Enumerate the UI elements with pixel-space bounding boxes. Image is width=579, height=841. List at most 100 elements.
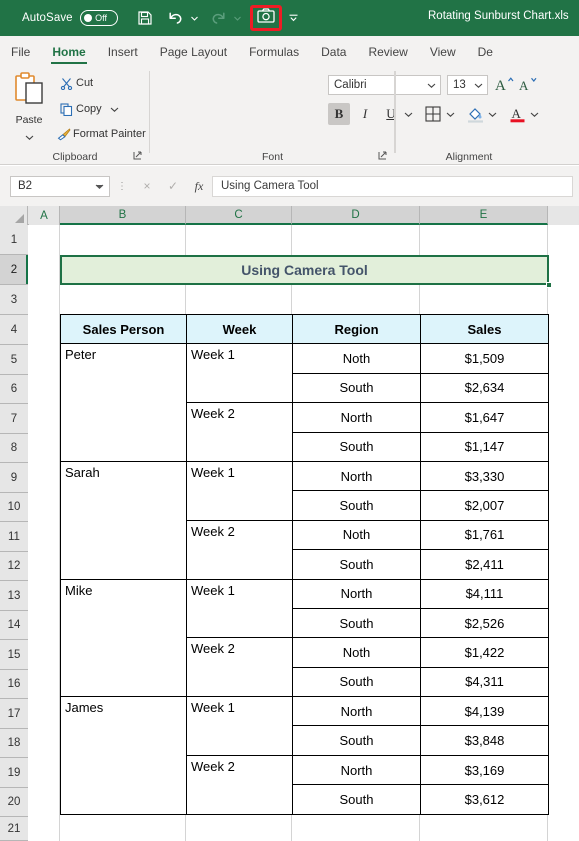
redo-dropdown-icon[interactable]: [232, 5, 244, 31]
name-box[interactable]: B2: [10, 175, 110, 197]
cell-region[interactable]: South: [292, 549, 421, 580]
cell-region[interactable]: South: [292, 607, 421, 639]
row-header-10[interactable]: 10: [0, 493, 28, 522]
format-painter-button[interactable]: Format Painter: [54, 124, 146, 144]
row-header-2[interactable]: 2: [0, 255, 28, 285]
undo-icon[interactable]: [163, 5, 189, 31]
insert-function-icon[interactable]: fx: [186, 179, 212, 194]
cut-button[interactable]: Cut: [57, 73, 93, 93]
tab-page-layout[interactable]: Page Layout: [149, 45, 238, 65]
row-header-11[interactable]: 11: [0, 522, 28, 552]
row-header-19[interactable]: 19: [0, 758, 28, 788]
fill-handle[interactable]: [546, 282, 552, 288]
paste-button[interactable]: Paste: [6, 71, 52, 147]
cell-sales[interactable]: $2,411: [420, 549, 549, 580]
row-header-4[interactable]: 4: [0, 315, 28, 345]
cell-region[interactable]: South: [292, 725, 421, 756]
column-header-d[interactable]: D: [292, 206, 420, 225]
cell-region[interactable]: South: [292, 666, 421, 698]
cell-sales[interactable]: $3,612: [420, 784, 549, 815]
cell-area[interactable]: Using Camera Tool Sales Person Week Regi…: [29, 225, 579, 841]
row-header-3[interactable]: 3: [0, 285, 28, 315]
cell-region[interactable]: North: [292, 460, 421, 492]
camera-icon[interactable]: [257, 8, 275, 28]
formula-input[interactable]: Using Camera Tool: [212, 175, 573, 197]
cell-sales[interactable]: $3,848: [420, 725, 549, 756]
row-header-7[interactable]: 7: [0, 404, 28, 434]
cancel-entry-icon[interactable]: ×: [134, 179, 160, 193]
save-icon[interactable]: [132, 5, 158, 31]
table-row[interactable]: Mike Week 1 North $4,111: [60, 578, 549, 698]
row-header-1[interactable]: 1: [0, 225, 28, 255]
cell-region[interactable]: South: [292, 372, 421, 404]
column-header-a[interactable]: A: [29, 206, 60, 225]
cell-region[interactable]: North: [292, 402, 421, 433]
confirm-entry-icon[interactable]: ✓: [160, 179, 186, 193]
copy-dropdown-icon[interactable]: [110, 103, 119, 115]
tab-home[interactable]: Home: [41, 45, 96, 65]
cell-sales[interactable]: $1,761: [420, 519, 549, 551]
column-header-b[interactable]: B: [60, 206, 186, 225]
autosave-control[interactable]: AutoSave Off: [22, 10, 118, 26]
cell-week[interactable]: Week 1: [186, 696, 293, 756]
row-header-21[interactable]: 21: [0, 817, 28, 841]
merged-title-cell[interactable]: Using Camera Tool: [60, 255, 549, 285]
undo-dropdown-icon[interactable]: [189, 5, 201, 31]
cell-week[interactable]: Week 2: [186, 519, 293, 580]
redo-icon[interactable]: [206, 5, 232, 31]
cell-sales[interactable]: $1,422: [420, 637, 549, 668]
cell-region[interactable]: South: [292, 431, 421, 462]
select-all-corner[interactable]: [0, 206, 28, 225]
row-header-6[interactable]: 6: [0, 375, 28, 404]
cell-region[interactable]: North: [292, 754, 421, 786]
column-header-c[interactable]: C: [186, 206, 292, 225]
table-row[interactable]: Peter Week 1 Noth $1,509: [60, 343, 549, 462]
cell-region[interactable]: North: [292, 578, 421, 609]
row-header-16[interactable]: 16: [0, 670, 28, 699]
cell-person[interactable]: Peter: [60, 343, 187, 462]
cell-week[interactable]: Week 2: [186, 754, 293, 815]
cell-week[interactable]: Week 1: [186, 343, 293, 404]
clipboard-dialog-launcher-icon[interactable]: [133, 151, 142, 162]
italic-button[interactable]: I: [354, 103, 376, 125]
tab-file[interactable]: File: [0, 45, 41, 65]
row-header-15[interactable]: 15: [0, 640, 28, 670]
row-header-13[interactable]: 13: [0, 581, 28, 611]
table-row[interactable]: Sarah Week 1 North $3,330: [60, 460, 549, 580]
row-header-12[interactable]: 12: [0, 552, 28, 581]
cell-person[interactable]: Mike: [60, 578, 187, 698]
row-header-8[interactable]: 8: [0, 434, 28, 463]
cell-sales[interactable]: $2,007: [420, 490, 549, 521]
cell-week[interactable]: Week 2: [186, 402, 293, 462]
cell-person[interactable]: James: [60, 696, 187, 815]
cell-sales[interactable]: $3,330: [420, 460, 549, 492]
cell-week[interactable]: Week 1: [186, 460, 293, 521]
cell-person[interactable]: Sarah: [60, 460, 187, 580]
cell-sales[interactable]: $2,634: [420, 372, 549, 404]
column-header-e[interactable]: E: [420, 206, 548, 225]
cell-sales[interactable]: $4,139: [420, 696, 549, 727]
cell-sales[interactable]: $1,647: [420, 402, 549, 433]
bold-button[interactable]: B: [328, 103, 350, 125]
table-row[interactable]: James Week 1 North $4,139: [60, 696, 549, 815]
row-header-9[interactable]: 9: [0, 463, 28, 493]
cell-sales[interactable]: $1,147: [420, 431, 549, 462]
row-header-5[interactable]: 5: [0, 345, 28, 375]
row-header-20[interactable]: 20: [0, 788, 28, 817]
row-header-18[interactable]: 18: [0, 729, 28, 758]
cell-sales[interactable]: $2,526: [420, 607, 549, 639]
cell-sales[interactable]: $1,509: [420, 343, 549, 374]
name-box-dropdown-icon[interactable]: [95, 182, 104, 191]
tab-insert[interactable]: Insert: [97, 45, 149, 65]
cell-region[interactable]: North: [292, 696, 421, 727]
cell-region[interactable]: South: [292, 784, 421, 815]
cell-week[interactable]: Week 1: [186, 578, 293, 639]
tab-view[interactable]: View: [419, 45, 467, 65]
cell-region[interactable]: South: [292, 490, 421, 521]
qat-customize-icon[interactable]: [288, 5, 300, 31]
row-header-14[interactable]: 14: [0, 611, 28, 640]
cell-sales[interactable]: $4,111: [420, 578, 549, 609]
cell-region[interactable]: Noth: [292, 519, 421, 551]
cell-week[interactable]: Week 2: [186, 637, 293, 698]
autosave-toggle[interactable]: Off: [79, 10, 118, 26]
